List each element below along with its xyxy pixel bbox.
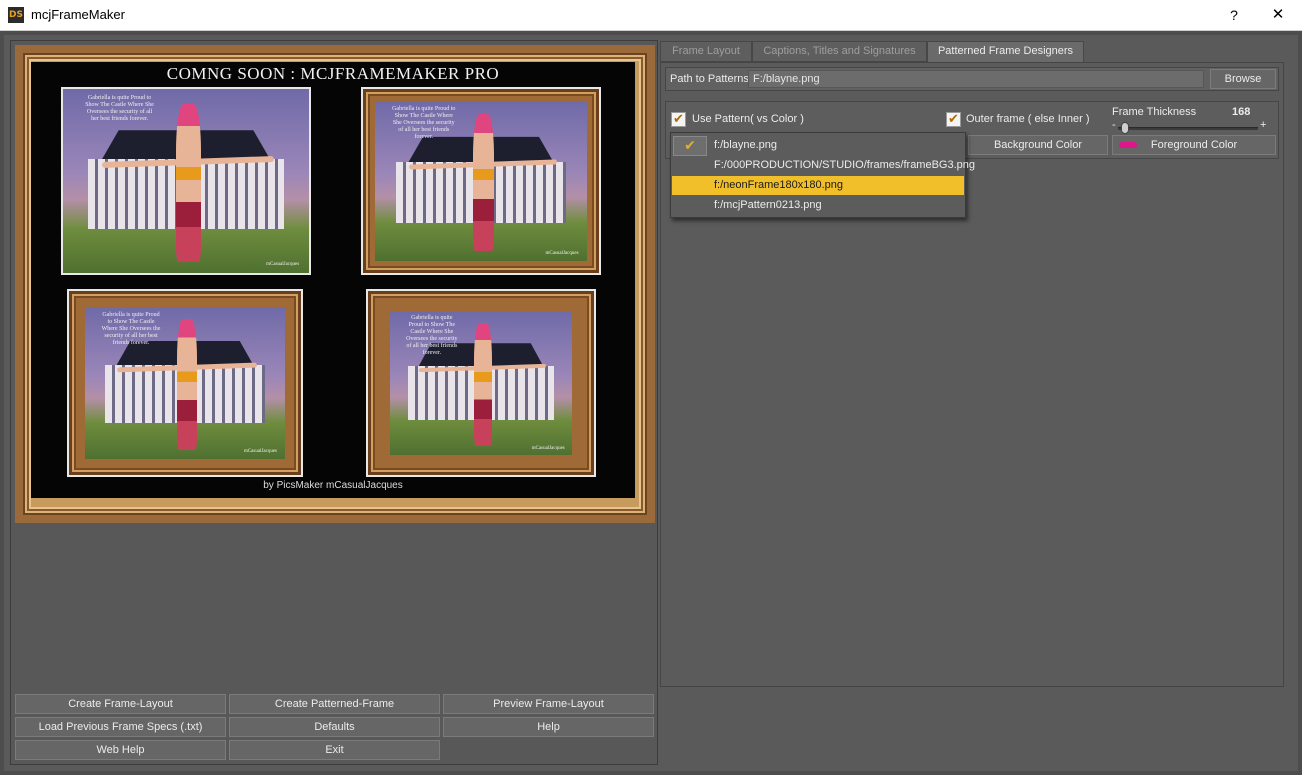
pattern-dropdown-list[interactable]: ✔ f:/blayne.png F:/000PRODUCTION/STUDIO/… — [670, 132, 975, 218]
foreground-color-button[interactable]: Foreground Color — [1112, 135, 1276, 155]
thumbnail-signature: mCasualJacques — [266, 262, 300, 268]
slider-minus-icon[interactable]: - — [1112, 119, 1116, 131]
title-bar: DS mcjFrameMaker ? ✕ — [0, 0, 1302, 31]
use-pattern-label: Use Pattern( vs Color ) — [692, 113, 804, 125]
frame-thickness-value: 168 — [1232, 106, 1251, 118]
foreground-color-swatch — [1119, 142, 1137, 148]
preview-canvas: COMNG SOON : MCJFRAMEMAKER PRO Gabriella… — [31, 62, 635, 498]
tab-captions-titles-signatures[interactable]: Captions, Titles and Signatures — [752, 41, 927, 62]
thumbnail-image: Gabriella is quite Proud to Show The Cas… — [375, 101, 587, 261]
thumbnail: Gabriella is quite Proud to Show The Cas… — [361, 87, 601, 275]
app-icon: DS — [8, 7, 24, 23]
preview-credit: by PicsMaker mCasualJacques — [263, 480, 403, 491]
window-title: mcjFrameMaker — [31, 7, 125, 22]
preview-image-frame: COMNG SOON : MCJFRAMEMAKER PRO Gabriella… — [15, 45, 655, 523]
thumbnail: Gabriella is quite Proud to Show The Cas… — [67, 289, 303, 477]
foreground-color-label: Foreground Color — [1150, 139, 1238, 151]
load-previous-specs-button[interactable]: Load Previous Frame Specs (.txt) — [15, 717, 226, 737]
thumbnail-caption: Gabriella is quite Proud to Show The Cas… — [101, 311, 161, 346]
thumbnail-signature: mCasualJacques — [243, 449, 277, 455]
path-input[interactable] — [748, 70, 1204, 88]
tab-frame-layout[interactable]: Frame Layout — [660, 41, 752, 62]
help-button[interactable]: Help — [443, 717, 654, 737]
dropdown-item[interactable]: F:/000PRODUCTION/STUDIO/frames/frameBG3.… — [672, 156, 975, 175]
help-question-icon[interactable]: ? — [1224, 4, 1244, 26]
dropdown-item[interactable]: f:/mcjPattern0213.png — [672, 196, 964, 215]
thumbnail-caption: Gabriella is quite Proud to Show The Cas… — [392, 105, 456, 140]
frame-thickness-label: Frame Thickness — [1112, 106, 1197, 118]
frame-thickness-slider[interactable]: - + — [1112, 119, 1266, 134]
thumbnail-image: Gabriella is quite Proud to Show The Cas… — [390, 311, 572, 455]
slider-handle[interactable] — [1121, 122, 1129, 134]
path-label: Path to Patterns — [670, 73, 749, 85]
thumbnail-image: Gabriella is quite Proud to Show The Cas… — [85, 307, 285, 459]
thumbnail-caption: Gabriella is quite Proud to Show The Cas… — [85, 94, 154, 122]
tab-bar: Frame Layout Captions, Titles and Signat… — [660, 40, 1294, 62]
tab-patterned-frame-designers[interactable]: Patterned Frame Designers — [927, 41, 1084, 62]
client-area: COMNG SOON : MCJFRAMEMAKER PRO Gabriella… — [4, 35, 1298, 771]
thumbnail: Gabriella is quite Proud to Show The Cas… — [366, 289, 596, 477]
thumbnail-caption: Gabriella is quite Proud to Show The Cas… — [406, 315, 458, 357]
exit-button[interactable]: Exit — [229, 740, 440, 760]
slider-plus-icon[interactable]: + — [1260, 119, 1266, 131]
create-patterned-frame-button[interactable]: Create Patterned-Frame — [229, 694, 440, 714]
defaults-button[interactable]: Defaults — [229, 717, 440, 737]
slider-track[interactable] — [1118, 127, 1258, 130]
dropdown-item[interactable]: f:/neonFrame180x180.png — [672, 176, 964, 195]
preview-frame-layout-button[interactable]: Preview Frame-Layout — [443, 694, 654, 714]
outer-frame-label: Outer frame ( else Inner ) — [966, 113, 1090, 125]
close-icon[interactable]: ✕ — [1266, 4, 1290, 26]
use-pattern-checkbox[interactable]: ✔ — [671, 112, 686, 127]
thumbnail: Gabriella is quite Proud to Show The Cas… — [61, 87, 311, 275]
thumbnail-signature: mCasualJacques — [531, 445, 565, 451]
preview-pane: COMNG SOON : MCJFRAMEMAKER PRO Gabriella… — [10, 40, 658, 765]
action-buttons: Create Frame-Layout Create Patterned-Fra… — [15, 694, 655, 760]
web-help-button[interactable]: Web Help — [15, 740, 226, 760]
background-color-button[interactable]: Background Color — [968, 135, 1108, 155]
dropdown-item[interactable]: f:/blayne.png — [672, 136, 964, 155]
create-frame-layout-button[interactable]: Create Frame-Layout — [15, 694, 226, 714]
thumbnail-signature: mCasualJacques — [545, 251, 579, 257]
path-row: Path to Patterns Browse — [665, 67, 1279, 91]
outer-frame-checkbox[interactable]: ✔ — [946, 112, 961, 127]
preview-title: COMNG SOON : MCJFRAMEMAKER PRO — [166, 64, 500, 83]
browse-button[interactable]: Browse — [1210, 69, 1276, 89]
thumbnail-image: Gabriella is quite Proud to Show The Cas… — [63, 89, 309, 273]
